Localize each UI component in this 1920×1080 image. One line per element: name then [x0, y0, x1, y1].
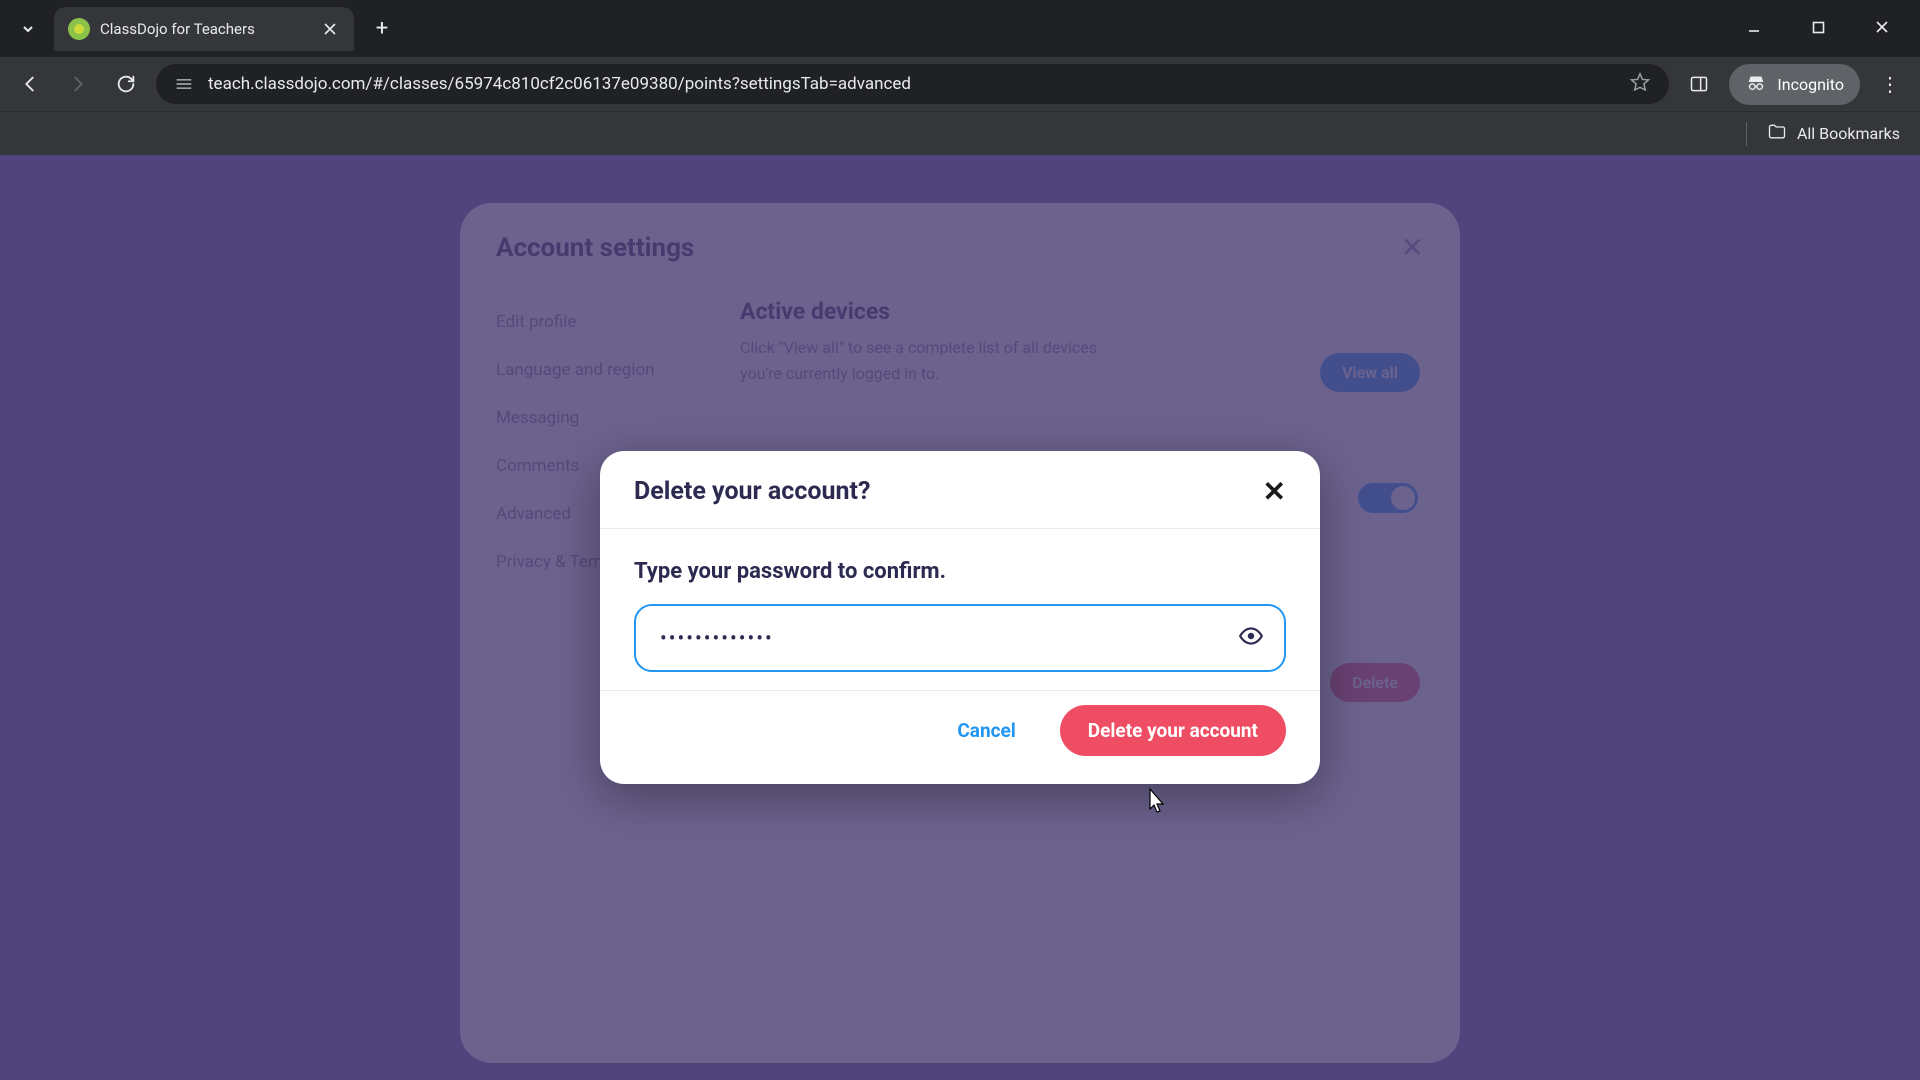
- incognito-label: Incognito: [1777, 75, 1844, 94]
- minimize-button[interactable]: [1734, 19, 1774, 38]
- back-button[interactable]: [12, 66, 48, 102]
- modal-close-icon[interactable]: ✕: [1263, 478, 1286, 506]
- incognito-badge[interactable]: Incognito: [1729, 64, 1860, 105]
- tab-favicon: [68, 18, 90, 40]
- new-tab-button[interactable]: +: [364, 11, 400, 47]
- page-content: Account settings ✕ Edit profile Language…: [0, 155, 1920, 1080]
- modal-backdrop[interactable]: Delete your account? ✕ Type your passwor…: [0, 155, 1920, 1080]
- browser-toolbar: teach.classdojo.com/#/classes/65974c810c…: [0, 57, 1920, 111]
- reload-button[interactable]: [108, 66, 144, 102]
- site-info-icon[interactable]: [174, 74, 194, 94]
- maximize-button[interactable]: [1798, 19, 1838, 38]
- browser-tab[interactable]: ClassDojo for Teachers: [54, 7, 354, 51]
- modal-title: Delete your account?: [634, 477, 870, 506]
- tab-title: ClassDojo for Teachers: [100, 20, 310, 38]
- all-bookmarks-label: All Bookmarks: [1797, 124, 1900, 143]
- incognito-icon: [1745, 71, 1767, 98]
- side-panel-button[interactable]: [1681, 66, 1717, 102]
- delete-account-modal: Delete your account? ✕ Type your passwor…: [600, 451, 1320, 784]
- delete-account-button[interactable]: Delete your account: [1060, 705, 1286, 756]
- tab-strip: ClassDojo for Teachers +: [0, 0, 1920, 57]
- browser-menu-button[interactable]: ⋮: [1872, 66, 1908, 102]
- bookmark-star-icon[interactable]: [1629, 71, 1651, 97]
- bookmarks-bar: All Bookmarks: [0, 111, 1920, 155]
- window-close-button[interactable]: [1862, 19, 1902, 38]
- show-password-icon[interactable]: [1238, 623, 1264, 653]
- folder-icon: [1767, 122, 1787, 146]
- all-bookmarks-button[interactable]: All Bookmarks: [1746, 122, 1900, 146]
- tab-close-icon[interactable]: [320, 19, 340, 39]
- confirm-password-label: Type your password to confirm.: [634, 559, 1286, 584]
- cancel-button[interactable]: Cancel: [941, 707, 1031, 754]
- address-bar[interactable]: teach.classdojo.com/#/classes/65974c810c…: [156, 64, 1669, 104]
- tab-search-button[interactable]: [10, 11, 46, 47]
- window-controls: [1734, 19, 1910, 38]
- forward-button[interactable]: [60, 66, 96, 102]
- password-input[interactable]: [634, 604, 1286, 672]
- url-text: teach.classdojo.com/#/classes/65974c810c…: [208, 74, 1615, 94]
